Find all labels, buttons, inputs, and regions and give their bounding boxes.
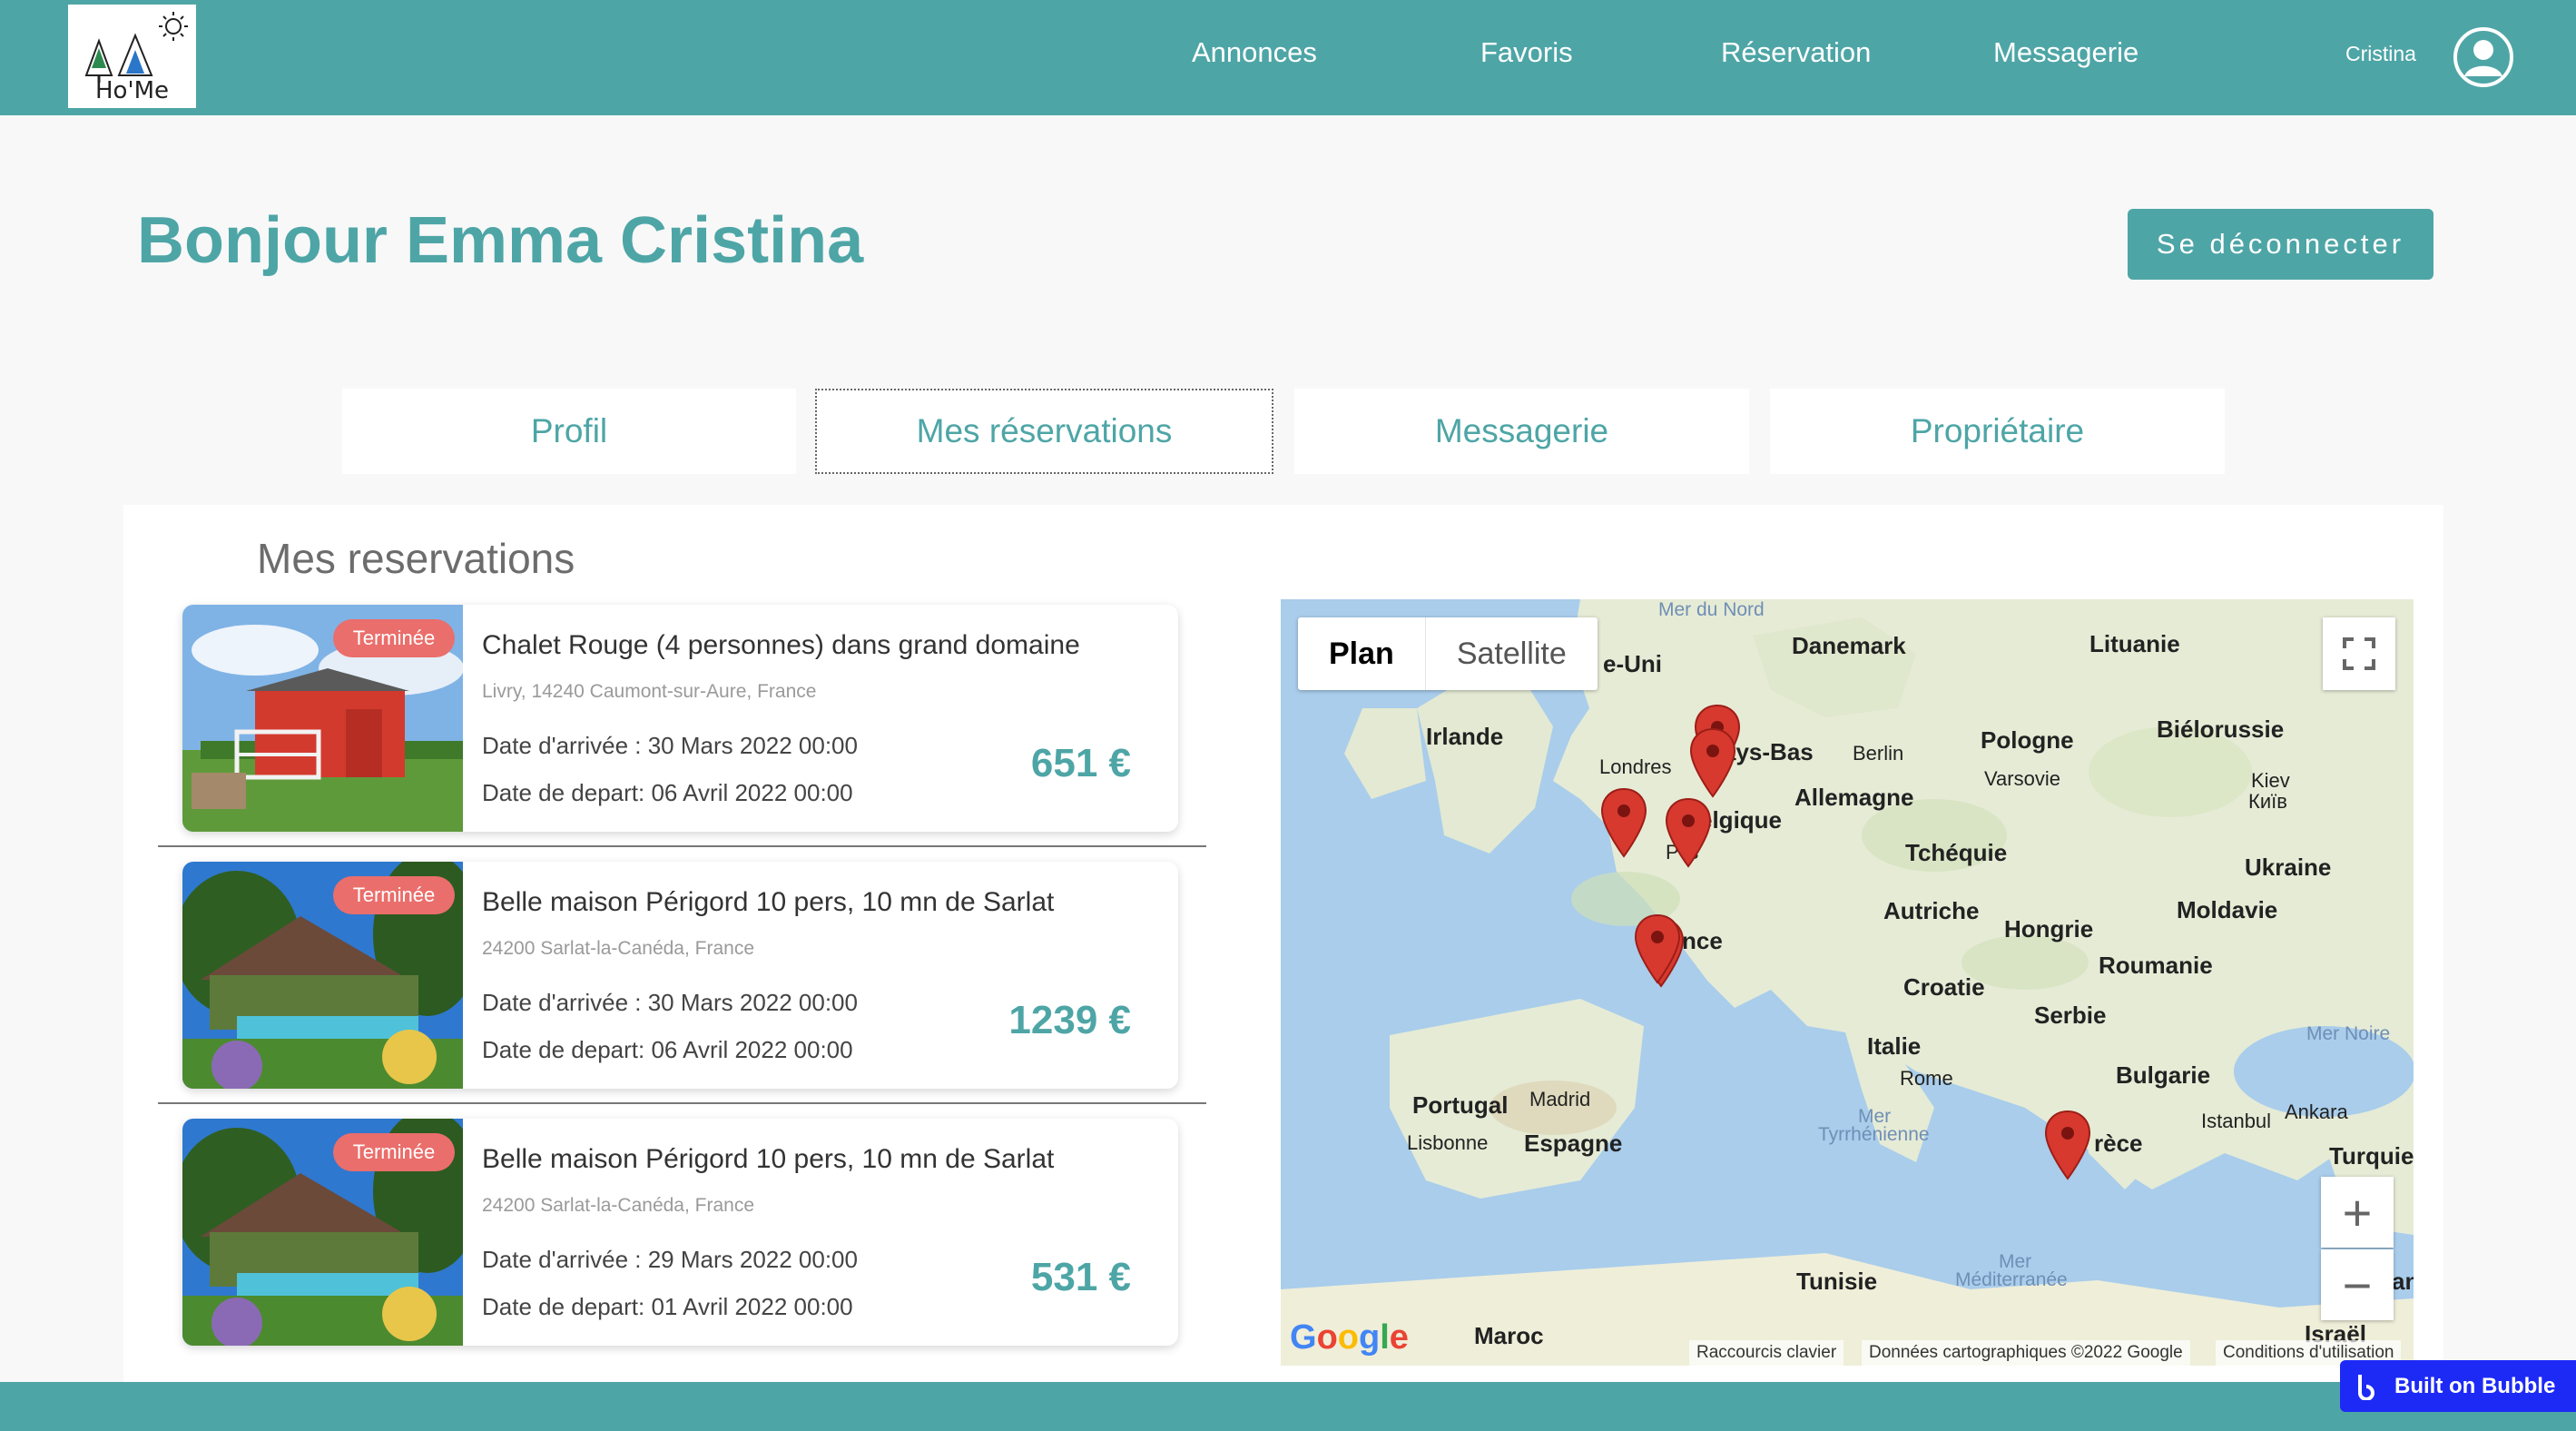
home-logo[interactable]: Ho'Me	[68, 5, 196, 108]
user-circle-icon[interactable]	[2453, 26, 2514, 88]
map-label: Berlin	[1853, 742, 1904, 765]
map-label: Mer Noire	[2306, 1023, 2391, 1044]
map-type-control: Plan Satellite	[1298, 617, 1598, 690]
divider	[158, 1102, 1206, 1104]
reservations-map[interactable]: Mer du Nord Danemark Lituanie e-Uni Irla…	[1281, 599, 2414, 1366]
departure-date: Date de depart: 06 Avril 2022 00:00	[482, 1036, 853, 1063]
logout-button[interactable]: Se déconnecter	[2128, 209, 2433, 280]
map-label: Maroc	[1474, 1322, 1544, 1349]
map-pin-icon[interactable]	[2044, 1110, 2091, 1180]
map-label: Rome	[1900, 1067, 1953, 1090]
reservation-card[interactable]: Terminée Belle maison Périgord 10 pers, …	[182, 862, 1178, 1089]
price: 651 €	[1030, 741, 1131, 785]
map-label: Ankara	[2285, 1100, 2348, 1123]
listing-address: 24200 Sarlat-la-Canéda, France	[482, 1195, 755, 1216]
map-label: Croatie	[1903, 973, 1985, 1001]
departure-date: Date de depart: 06 Avril 2022 00:00	[482, 779, 853, 806]
map-label: Pologne	[1981, 726, 2074, 754]
listing-address: 24200 Sarlat-la-Canéda, France	[482, 938, 755, 959]
map-label: Istanbul	[2201, 1110, 2272, 1132]
tab-profil[interactable]: Profil	[342, 389, 796, 474]
map-label: Serbie	[2034, 1002, 2107, 1029]
tab-messagerie[interactable]: Messagerie	[1294, 389, 1749, 474]
map-label: Lituanie	[2089, 630, 2180, 657]
map-label: e-Uni	[1603, 650, 1662, 677]
reservation-card[interactable]: Terminée Belle maison Périgord 10 pers, …	[182, 1119, 1178, 1346]
zoom-in-button[interactable]: +	[2321, 1177, 2394, 1248]
listing-title: Belle maison Périgord 10 pers, 10 mn de …	[482, 887, 1055, 917]
arrival-date: Date d'arrivée : 29 Mars 2022 00:00	[482, 1246, 858, 1273]
user-name[interactable]: Cristina	[2345, 42, 2416, 66]
footer-bar	[0, 1382, 2576, 1431]
map-pin-icon[interactable]	[1600, 787, 1647, 858]
divider	[158, 845, 1206, 847]
tab-proprietaire[interactable]: Propriétaire	[1770, 389, 2225, 474]
listing-title: Chalet Rouge (4 personnes) dans grand do…	[482, 630, 1080, 660]
map-label: Biélorussie	[2157, 716, 2285, 743]
map-label: Portugal	[1412, 1091, 1509, 1119]
map-label: Danemark	[1792, 632, 1906, 659]
bubble-label: Built on Bubble	[2394, 1373, 2556, 1398]
map-label: Hongrie	[2004, 915, 2094, 942]
map-label: Espagne	[1524, 1130, 1623, 1157]
map-label: Irlande	[1426, 723, 1504, 750]
bubble-logo-icon	[2358, 1374, 2374, 1400]
fullscreen-icon[interactable]	[2323, 617, 2395, 690]
price: 1239 €	[1008, 998, 1131, 1042]
page-title: Bonjour Emma Cristina	[137, 204, 864, 277]
map-label: Київ	[2248, 790, 2287, 813]
map-label: rèce	[2094, 1130, 2143, 1157]
nav-messagerie[interactable]: Messagerie	[1993, 36, 2138, 69]
map-data-attribution: Données cartographiques ©2022 Google	[1862, 1340, 2190, 1366]
listing-title: Belle maison Périgord 10 pers, 10 mn de …	[482, 1144, 1055, 1174]
nav-annonces[interactable]: Annonces	[1192, 36, 1317, 69]
section-title: Mes reservations	[257, 535, 575, 582]
status-badge: Terminée	[333, 619, 455, 657]
google-logo: Google	[1290, 1318, 1409, 1357]
map-label: nce	[1682, 927, 1723, 954]
logo-text: Ho'Me	[95, 77, 170, 104]
map-type-plan[interactable]: Plan	[1298, 617, 1425, 690]
arrival-date: Date d'arrivée : 30 Mars 2022 00:00	[482, 732, 858, 759]
map-label: Autriche	[1883, 897, 1980, 924]
map-pin-icon[interactable]	[1665, 797, 1712, 868]
map-label: Varsovie	[1984, 767, 2060, 790]
map-label: Moldavie	[2177, 896, 2278, 923]
map-label: Mer du Nord	[1658, 599, 1765, 620]
nav-favoris[interactable]: Favoris	[1480, 36, 1573, 69]
listing-address: Livry, 14240 Caumont-sur-Aure, France	[482, 681, 817, 702]
nav-reservation[interactable]: Réservation	[1721, 36, 1871, 69]
map-pin-icon[interactable]	[1689, 727, 1736, 798]
map-type-satellite[interactable]: Satellite	[1424, 617, 1598, 690]
departure-date: Date de depart: 01 Avril 2022 00:00	[482, 1293, 853, 1320]
top-navigation-bar: Ho'Me Annonces Favoris Réservation Messa…	[0, 0, 2576, 115]
map-label: Méditerranée	[1955, 1269, 2068, 1290]
status-badge: Terminée	[333, 876, 455, 914]
arrival-date: Date d'arrivée : 30 Mars 2022 00:00	[482, 989, 858, 1016]
map-label: Tyrrhénienne	[1818, 1124, 1930, 1145]
map-label: Bulgarie	[2116, 1061, 2211, 1089]
map-label: Roumanie	[2099, 952, 2213, 979]
map-terrain	[1281, 599, 2414, 1366]
map-label: Tunisie	[1796, 1268, 1878, 1295]
map-label: Allemagne	[1794, 784, 1914, 811]
map-label: Italie	[1867, 1032, 1922, 1060]
tab-mes-reservations[interactable]: Mes réservations	[815, 389, 1273, 474]
map-label: Londres	[1599, 755, 1672, 778]
map-label: an	[2392, 1268, 2414, 1295]
price: 531 €	[1030, 1255, 1131, 1299]
map-label: Madrid	[1529, 1088, 1591, 1110]
map-label: Turquie	[2329, 1142, 2414, 1169]
zoom-out-button[interactable]: −	[2321, 1249, 2394, 1320]
map-label: Ukraine	[2245, 854, 2332, 881]
keyboard-shortcuts-link[interactable]: Raccourcis clavier	[1689, 1340, 1844, 1366]
built-on-bubble-badge[interactable]: Built on Bubble	[2340, 1360, 2576, 1412]
reservation-card[interactable]: Terminée Chalet Rouge (4 personnes) dans…	[182, 605, 1178, 832]
map-label: Tchéquie	[1905, 839, 2008, 866]
map-label: Lisbonne	[1407, 1131, 1489, 1154]
status-badge: Terminée	[333, 1133, 455, 1171]
map-pin-icon[interactable]	[1634, 913, 1681, 984]
